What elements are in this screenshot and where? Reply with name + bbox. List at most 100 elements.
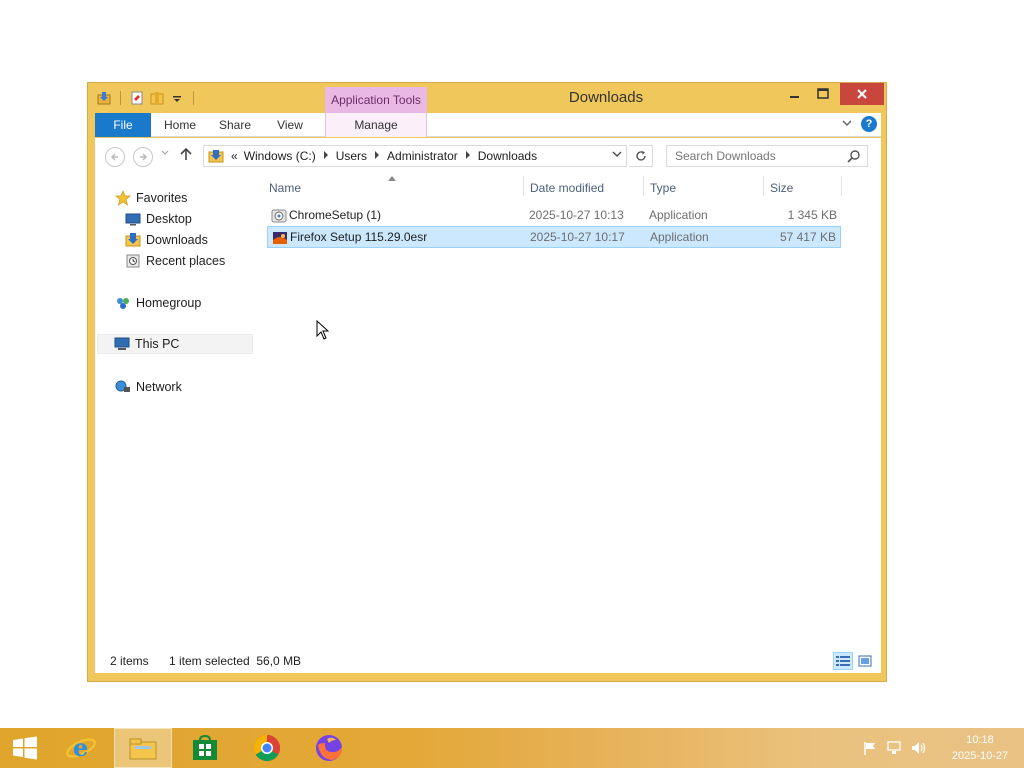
mouse-cursor-icon: [316, 319, 330, 340]
tab-view[interactable]: View: [265, 113, 315, 137]
details-view-button[interactable]: [833, 652, 853, 670]
firefox-icon: [316, 735, 342, 761]
forward-arrow-icon: [140, 153, 148, 161]
file-size: 1 345 KB: [787, 208, 837, 222]
up-button[interactable]: [179, 146, 193, 167]
new-document-icon[interactable]: [129, 90, 145, 106]
column-divider[interactable]: [763, 176, 764, 196]
file-date: 2025-10-27 10:13: [529, 208, 624, 222]
nav-desktop[interactable]: Desktop: [125, 209, 192, 229]
nav-recent-places[interactable]: Recent places: [125, 251, 225, 271]
column-header-size[interactable]: Size: [770, 181, 793, 195]
column-divider[interactable]: [841, 176, 842, 196]
column-divider[interactable]: [523, 176, 524, 196]
ribbon-controls: ?: [841, 116, 877, 132]
address-history-dropdown[interactable]: [612, 150, 622, 160]
nav-this-pc-label: This PC: [135, 337, 180, 351]
taskbar-firefox[interactable]: [300, 728, 358, 768]
computer-icon: [114, 336, 130, 352]
back-button[interactable]: [105, 147, 125, 167]
search-icon[interactable]: [847, 149, 861, 163]
nav-downloads[interactable]: Downloads: [125, 230, 208, 250]
nav-network[interactable]: Network: [115, 377, 182, 397]
nav-network-label: Network: [136, 380, 182, 394]
search-box[interactable]: [666, 145, 868, 167]
nav-favorites[interactable]: Favorites: [115, 188, 187, 208]
internet-explorer-icon: e: [65, 733, 97, 762]
close-icon: [857, 89, 867, 99]
column-header-name[interactable]: Name: [269, 181, 301, 195]
nav-recent-places-label: Recent places: [146, 254, 226, 268]
minimize-button[interactable]: [782, 83, 808, 105]
tab-share[interactable]: Share: [210, 113, 260, 137]
taskbar-file-explorer[interactable]: [114, 728, 172, 768]
volume-icon[interactable]: [910, 740, 926, 756]
close-button[interactable]: [840, 83, 884, 105]
nav-desktop-label: Desktop: [146, 212, 192, 226]
taskbar-internet-explorer[interactable]: e: [52, 728, 110, 768]
content-area: Favorites Desktop Downloads Recent place…: [95, 174, 881, 673]
column-divider[interactable]: [643, 176, 644, 196]
start-button[interactable]: [0, 728, 50, 768]
breadcrumb-downloads[interactable]: Downloads: [475, 149, 540, 163]
svg-text:e: e: [73, 733, 88, 762]
refresh-icon: [635, 150, 646, 161]
file-name: Firefox Setup 115.29.0esr: [290, 230, 428, 244]
window-title: Downloads: [568, 89, 644, 106]
network-status-icon[interactable]: [886, 740, 902, 756]
system-tray: [862, 740, 926, 756]
minimize-icon: [790, 96, 799, 98]
nav-this-pc[interactable]: This PC: [97, 334, 253, 354]
taskbar: e 10:18 2025-10-27: [0, 728, 1024, 768]
file-row-firefox-setup[interactable]: Firefox Setup 115.29.0esr 2025-10-27 10:…: [267, 226, 841, 248]
recent-locations-dropdown[interactable]: [161, 148, 169, 158]
clock[interactable]: 10:18 2025-10-27: [940, 732, 1020, 764]
qat-separator: [120, 91, 121, 105]
breadcrumb-overflow[interactable]: «: [228, 149, 241, 163]
taskbar-chrome[interactable]: [238, 728, 296, 768]
chrome-setup-icon: [271, 208, 287, 224]
forward-button[interactable]: [133, 147, 153, 167]
title-bar[interactable]: Application Tools Downloads: [88, 83, 886, 113]
downloads-folder-icon: [125, 232, 141, 248]
action-center-flag-icon[interactable]: [862, 740, 878, 756]
sort-ascending-icon: [388, 174, 396, 183]
new-folder-icon[interactable]: [149, 90, 165, 106]
column-header-date[interactable]: Date modified: [530, 181, 604, 195]
homegroup-icon: [115, 295, 131, 311]
tab-home[interactable]: Home: [155, 113, 205, 137]
file-date: 2025-10-27 10:17: [530, 230, 625, 244]
selection-info: 1 item selected 56,0 MB: [169, 654, 302, 668]
large-icons-view-button[interactable]: [855, 652, 875, 670]
breadcrumb-administrator[interactable]: Administrator: [384, 149, 461, 163]
breadcrumb-separator-icon[interactable]: [319, 151, 333, 161]
taskbar-store[interactable]: [176, 728, 234, 768]
search-input[interactable]: [675, 149, 845, 163]
breadcrumb-windows-c[interactable]: Windows (C:): [241, 149, 319, 163]
breadcrumb-users[interactable]: Users: [333, 149, 370, 163]
help-icon[interactable]: ?: [861, 116, 877, 132]
chrome-icon: [253, 734, 281, 762]
breadcrumb-separator-icon[interactable]: [461, 151, 475, 161]
navigation-pane: Favorites Desktop Downloads Recent place…: [95, 174, 260, 649]
breadcrumb-separator-icon[interactable]: [370, 151, 384, 161]
properties-icon[interactable]: [96, 90, 112, 106]
desktop-icon: [125, 211, 141, 227]
expand-ribbon-chevron-icon[interactable]: [841, 118, 853, 131]
tab-manage[interactable]: Manage: [325, 113, 427, 137]
nav-homegroup[interactable]: Homegroup: [115, 293, 201, 313]
network-icon: [115, 379, 131, 395]
maximize-button[interactable]: [810, 83, 836, 105]
nav-favorites-label: Favorites: [136, 191, 188, 205]
status-bar: 2 items 1 item selected 56,0 MB: [95, 649, 881, 673]
file-type: Application: [650, 230, 709, 244]
item-count: 2 items: [110, 654, 149, 668]
tab-file[interactable]: File: [95, 113, 151, 137]
customize-qat-icon[interactable]: [169, 90, 185, 106]
address-bar[interactable]: « Windows (C:) Users Administrator Downl…: [203, 145, 627, 167]
file-row-chromesetup[interactable]: ChromeSetup (1) 2025-10-27 10:13 Applica…: [267, 205, 841, 227]
refresh-button[interactable]: [629, 145, 653, 167]
file-type: Application: [649, 208, 708, 222]
recent-places-icon: [125, 253, 141, 269]
column-header-type[interactable]: Type: [650, 181, 676, 195]
